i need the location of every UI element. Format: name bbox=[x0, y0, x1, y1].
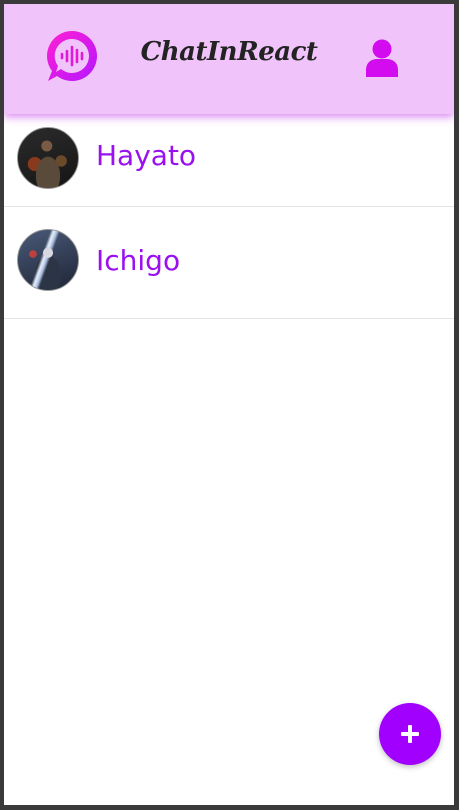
avatar bbox=[17, 127, 79, 189]
profile-button[interactable] bbox=[360, 37, 404, 81]
chat-list-item[interactable]: Ichigo bbox=[4, 207, 454, 319]
add-chat-button[interactable] bbox=[379, 703, 441, 765]
avatar bbox=[17, 229, 79, 291]
chat-list-item[interactable]: Hayato bbox=[4, 114, 454, 207]
chat-list: Hayato Ichigo bbox=[4, 114, 454, 319]
app-window: ChatInReact Hayato Ichigo bbox=[4, 4, 454, 805]
chat-name: Hayato bbox=[96, 139, 197, 172]
app-header: ChatInReact bbox=[4, 4, 454, 114]
plus-icon bbox=[401, 725, 419, 743]
chat-name: Ichigo bbox=[96, 244, 181, 277]
chat-bubble-soundwave-icon bbox=[44, 28, 100, 84]
user-icon bbox=[366, 39, 398, 77]
app-title: ChatInReact bbox=[140, 37, 318, 67]
